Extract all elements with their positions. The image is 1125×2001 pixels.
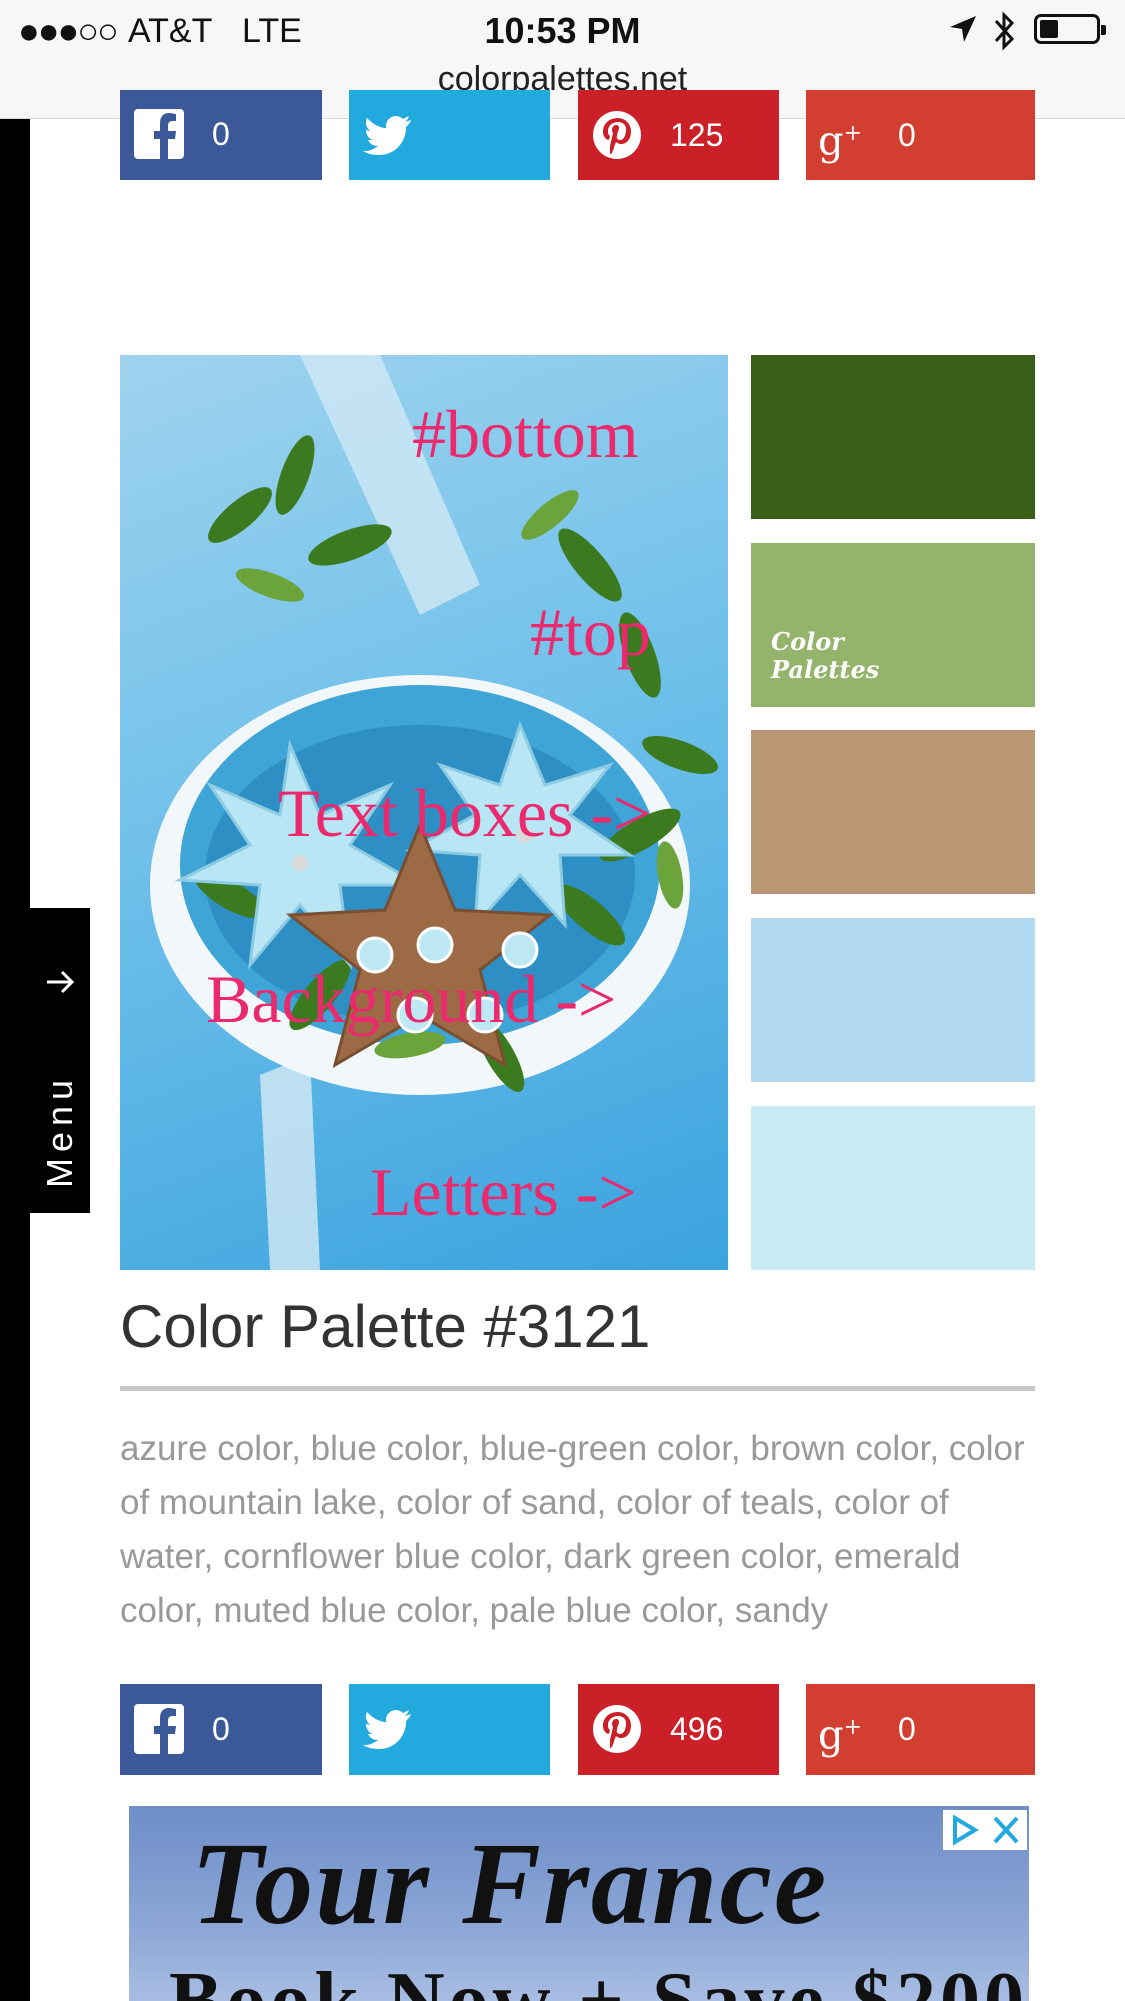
googleplus-share-button[interactable]: g+ 0	[806, 1684, 1035, 1775]
palette-title[interactable]: Color Palette #3121	[120, 1292, 650, 1361]
facebook-count: 0	[212, 116, 230, 152]
pinterest-count: 496	[670, 1711, 724, 1747]
twitter-icon	[363, 1710, 411, 1749]
palette-tags[interactable]: azure color, blue color, blue-green colo…	[120, 1422, 1040, 1638]
googleplus-share-button[interactable]: g+ 0	[806, 90, 1035, 180]
pinterest-icon	[593, 111, 641, 159]
ad-subline: Book Now + Save $200	[169, 1957, 1028, 2001]
facebook-share-button[interactable]: 0	[120, 90, 322, 180]
close-ad-icon[interactable]	[985, 1810, 1027, 1850]
location-arrow-icon	[950, 16, 976, 42]
label-bottom: #bottom	[412, 396, 639, 472]
label-letters: Letters ->	[370, 1154, 637, 1230]
pinterest-share-button[interactable]: 496	[578, 1684, 779, 1775]
advertisement-banner[interactable]: Tour France Book Now + Save $200	[129, 1806, 1029, 2001]
color-palettes-logo: Color Palettes	[771, 627, 880, 684]
swatch-muted-green[interactable]: Color Palettes	[751, 543, 1035, 707]
twitter-icon	[363, 116, 411, 155]
menu-button[interactable]: Menu	[30, 908, 90, 1213]
ad-title: Tour France	[191, 1818, 829, 1949]
pinterest-share-button[interactable]: 125	[578, 90, 779, 180]
battery-icon	[1034, 14, 1106, 44]
side-rail	[0, 119, 30, 2001]
swatch-dark-green[interactable]	[751, 355, 1035, 519]
pinterest-count: 125	[670, 117, 724, 153]
pinterest-icon	[593, 1705, 641, 1753]
twitter-share-button[interactable]	[349, 1684, 550, 1775]
facebook-icon	[134, 109, 184, 159]
facebook-count: 0	[212, 1711, 230, 1747]
twitter-share-button[interactable]	[349, 90, 550, 180]
label-background: Background ->	[206, 961, 617, 1037]
adchoices-icon[interactable]	[943, 1810, 985, 1850]
bluetooth-icon	[994, 11, 1015, 51]
facebook-icon	[134, 1704, 184, 1754]
facebook-share-button[interactable]: 0	[120, 1684, 322, 1775]
googleplus-icon: g+	[818, 118, 863, 165]
label-text-boxes: Text boxes ->	[278, 775, 652, 851]
share-row-top: 0 125 g+ 0	[120, 90, 1035, 180]
googleplus-count: 0	[898, 1711, 916, 1747]
swatch-pale-blue[interactable]	[751, 918, 1035, 1082]
share-row-bottom: 0 496 g+ 0	[120, 1684, 1035, 1775]
menu-label: Menu	[39, 1073, 80, 1188]
label-top: #top	[530, 594, 651, 670]
palette-photo[interactable]: #bottom #top Text boxes -> Background ->…	[120, 355, 728, 1270]
swatch-sandy-brown[interactable]	[751, 730, 1035, 894]
googleplus-count: 0	[898, 117, 916, 153]
googleplus-icon: g+	[818, 1712, 863, 1759]
swatch-light-azure[interactable]	[751, 1106, 1035, 1270]
title-divider	[120, 1386, 1035, 1391]
